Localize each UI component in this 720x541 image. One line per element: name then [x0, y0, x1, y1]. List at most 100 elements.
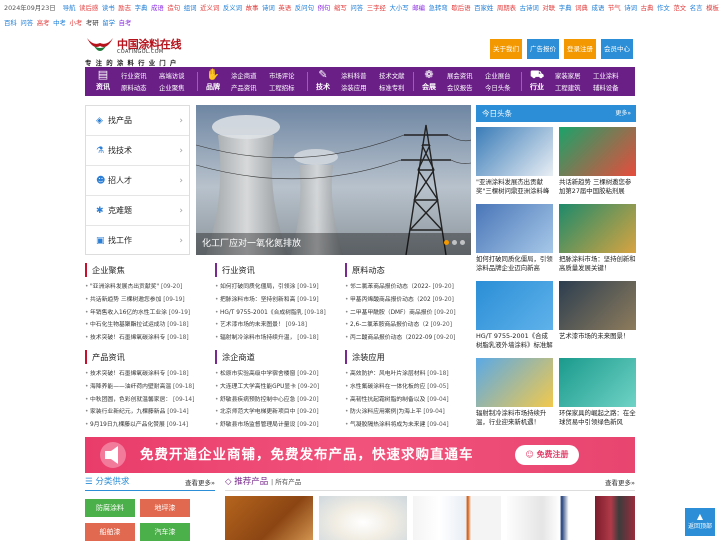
nav-link[interactable]: 行业资讯 [121, 70, 147, 82]
top-link[interactable]: 对联 [542, 4, 555, 12]
about-us-button[interactable]: 关于我们 [490, 39, 522, 59]
nav-link[interactable]: 企业聚焦 [159, 82, 185, 94]
list-item[interactable]: 艺术漆市场的未来图景！ [09-18] [215, 319, 333, 332]
list-item[interactable]: 技术突破！石墨烯氧碳涂料专 [09-18] [85, 332, 203, 345]
list-item[interactable]: 技术突破！石墨烯氧碳涂料专 [09-18] [85, 368, 203, 381]
top-link[interactable]: 诗词 [624, 4, 637, 12]
top-link[interactable]: 三字经 [367, 4, 386, 12]
category-item[interactable]: 地坪漆 [140, 499, 190, 517]
top-link[interactable]: 大小写 [389, 4, 408, 12]
top-link[interactable]: 组词 [184, 4, 197, 12]
list-item[interactable]: "亚洲涂料发展杰出贡献奖" [09-20] [85, 281, 203, 294]
top-link[interactable]: 词典 [575, 4, 588, 12]
product-image[interactable] [507, 496, 595, 540]
nav-head[interactable]: ⛟ 行业 [525, 69, 549, 92]
product-image[interactable] [413, 496, 501, 540]
list-item[interactable]: 舒敏县疾病预防控制中心应急 [09-20] [215, 394, 333, 407]
all-products-link[interactable]: | 所有产品 [271, 478, 301, 486]
top-link[interactable]: 考研 [86, 19, 99, 27]
headline-card[interactable]: 共话新趋势 三棵树邀您参加第27届中国胶粘剂展 [559, 127, 636, 196]
list-item[interactable]: 把脉涂料市场：坚持创新和高 [09-19] [215, 294, 333, 307]
top-link[interactable]: 百家姓 [474, 4, 493, 12]
side-menu-item[interactable]: ☻ 招人才 › [86, 166, 189, 196]
side-menu-item[interactable]: ◈ 找产品 › [86, 106, 189, 136]
slider-dot[interactable] [452, 240, 457, 245]
top-link[interactable]: 反义词 [223, 4, 242, 12]
headline-card[interactable]: 如何打破同质化僵局，引领涂料品牌企业迈向新高 [476, 204, 553, 273]
top-link[interactable]: 问答 [20, 19, 33, 27]
list-item[interactable]: 中石化生物基聚酯拉试运成功 [09-18] [85, 319, 203, 332]
top-link[interactable]: 作文 [657, 4, 670, 12]
top-link[interactable]: 小考 [70, 19, 83, 27]
top-link[interactable]: 读书 [102, 4, 115, 12]
top-link[interactable]: 模板 [706, 4, 719, 12]
list-item[interactable]: 水性氟碳涂料在一体化板的应 [09-05] [345, 381, 463, 394]
top-link[interactable]: 造句 [167, 4, 180, 12]
top-link[interactable]: 问答 [350, 4, 363, 12]
login-register-button[interactable]: 登录注册 [564, 39, 596, 59]
top-link[interactable]: 百科 [4, 19, 17, 27]
category-item[interactable]: 汽车漆 [140, 523, 190, 541]
top-link[interactable]: 英语 [278, 4, 291, 12]
list-item[interactable]: 丙二酸商品报价动态（2022-09 [09-20] [345, 332, 463, 345]
list-item[interactable]: 二甲基甲酰胺（DMF）商品报价 [09-20] [345, 307, 463, 320]
top-link[interactable]: 歇后语 [451, 4, 470, 12]
list-item[interactable]: 共话新趋势 三棵树邀您参加 [09-19] [85, 294, 203, 307]
headline-card[interactable]: HG/T 9755-2001《合成树脂乳液外墙涂料》标准解 [476, 281, 553, 350]
side-menu-item[interactable]: ⚗ 找技术 › [86, 136, 189, 166]
top-link[interactable]: 缩写 [334, 4, 347, 12]
slider-dot[interactable] [444, 240, 449, 245]
list-item[interactable]: 高韧性抗起霜树脂的制备以及 [09-04] [345, 394, 463, 407]
list-item[interactable]: 9月19日九棵藤以产品化赞展 [09-14] [85, 419, 203, 432]
nav-link[interactable]: 工业涂料 [593, 70, 619, 82]
nav-link[interactable]: 原料动态 [121, 82, 147, 94]
top-link[interactable]: 节气 [608, 4, 621, 12]
category-item[interactable]: 防腐涂料 [85, 499, 135, 517]
nav-link[interactable]: 涂企商道 [231, 70, 257, 82]
top-link[interactable]: 自考 [119, 19, 132, 27]
top-link[interactable]: 近义词 [200, 4, 219, 12]
top-link[interactable]: 邮编 [412, 4, 425, 12]
nav-link[interactable]: 会议报告 [447, 82, 473, 94]
nav-link[interactable]: 市场评论 [269, 70, 295, 82]
product-image[interactable] [595, 496, 635, 540]
list-item[interactable]: 辐射制冷涂料市场持续升温， [09-18] [215, 332, 333, 345]
top-link[interactable]: 字典 [135, 4, 148, 12]
nav-link[interactable]: 涂装应用 [341, 82, 367, 94]
nav-link[interactable]: 企业展台 [485, 70, 511, 82]
top-link[interactable]: 中考 [53, 19, 66, 27]
top-link[interactable]: 范文 [673, 4, 686, 12]
list-item[interactable]: 北京师范大学电梯更新项目中 [09-20] [215, 406, 333, 419]
product-image[interactable] [225, 496, 313, 540]
top-link[interactable]: 急转弯 [429, 4, 448, 12]
headline-card[interactable]: 辐射制冷涂料市场持续升温，行业迎来新机遇！ [476, 358, 553, 427]
nav-link[interactable]: 工程招标 [269, 82, 295, 94]
side-menu-item[interactable]: ▣ 找工作 › [86, 226, 189, 256]
top-link[interactable]: 名言 [690, 4, 703, 12]
register-banner[interactable]: 免费开通企业商铺，免费发布产品，快速求购直通车 ☺ 免费注册 [85, 437, 635, 473]
list-item[interactable]: 家装行业新纪元，九棵藤新品 [09-14] [85, 406, 203, 419]
list-item[interactable]: 邻二氯苯商品报价动态（2022- [09-20] [345, 281, 463, 294]
nav-link[interactable]: 今日头条 [485, 82, 511, 94]
top-link[interactable]: 字典 [559, 4, 572, 12]
nav-link[interactable]: 展会资讯 [447, 70, 473, 82]
list-item[interactable]: 中秋团圆，色彩创就温馨家居： [09-14] [85, 394, 203, 407]
top-link[interactable]: 古典 [641, 4, 654, 12]
top-link[interactable]: 故事 [246, 4, 259, 12]
top-link[interactable]: 励志 [118, 4, 131, 12]
headline-card[interactable]: 艺术漆市场的未来图景！ [559, 281, 636, 350]
top-link[interactable]: 例句 [318, 4, 331, 12]
top-link[interactable]: 诗词 [262, 4, 275, 12]
nav-head[interactable]: ❁ 会展 [417, 69, 441, 92]
headline-card[interactable]: 把脉涂料市场：坚持创新和高质量发展关键！ [559, 204, 636, 273]
side-menu-item[interactable]: ✱ 克难题 › [86, 196, 189, 226]
list-item[interactable]: 甲基丙烯酸商品报价动态（202 [09-20] [345, 294, 463, 307]
nav-link[interactable]: 工程建筑 [555, 82, 581, 94]
member-center-button[interactable]: 会员中心 [601, 39, 633, 59]
headlines-more-link[interactable]: 更多» [615, 105, 631, 122]
list-item[interactable]: 防火涂料应用案例|为海上平 [09-04] [345, 406, 463, 419]
free-register-button[interactable]: ☺ 免费注册 [515, 445, 579, 465]
list-item[interactable]: 舒敏县市场监督管理局计量设 [09-20] [215, 419, 333, 432]
slider-dot[interactable] [460, 240, 465, 245]
top-link[interactable]: 高考 [37, 19, 50, 27]
